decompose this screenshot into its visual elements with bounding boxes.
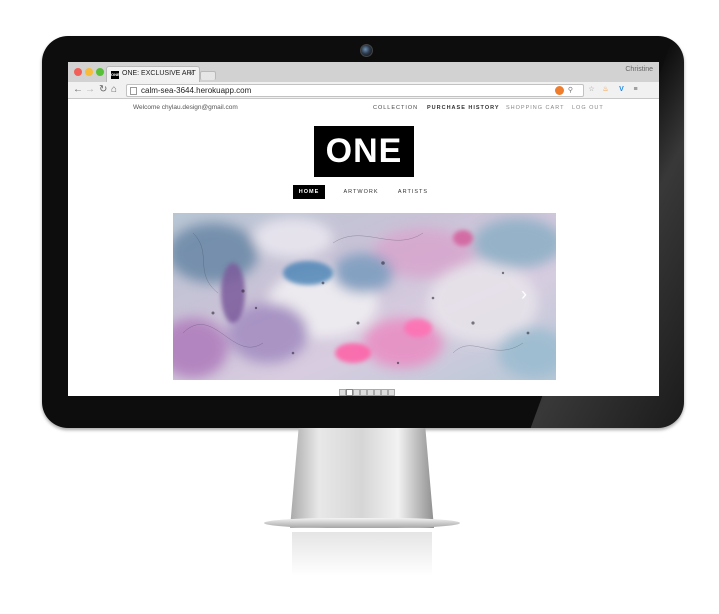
slider-dot[interactable]: [374, 389, 381, 396]
close-window-button[interactable]: [74, 68, 82, 76]
slider-dot[interactable]: [367, 389, 374, 396]
home-icon[interactable]: ⌂: [111, 83, 117, 97]
screen: ONE ONE: EXCLUSIVE ART × Christine ← → ↻…: [68, 62, 659, 396]
fire-icon[interactable]: ♨: [601, 85, 610, 94]
menu-icon[interactable]: ≡: [631, 85, 640, 94]
slider-next-arrow[interactable]: ›: [521, 285, 527, 303]
address-bar[interactable]: calm-sea-3644.herokuapp.com ⚲: [126, 84, 584, 97]
stand-reflection: [292, 532, 432, 576]
welcome-text: Welcome chylau.design@gmail.com: [133, 104, 238, 111]
search-icon[interactable]: ⚲: [566, 86, 575, 95]
profile-name[interactable]: Christine: [625, 66, 653, 73]
menu-home[interactable]: HOME: [293, 185, 325, 199]
star-icon[interactable]: ☆: [587, 85, 596, 94]
browser-tab-bar: ONE ONE: EXCLUSIVE ART × Christine: [68, 62, 659, 83]
new-tab-button[interactable]: [200, 71, 216, 80]
slider-dot[interactable]: [388, 389, 395, 396]
slider-dot[interactable]: [346, 389, 353, 396]
url-text: calm-sea-3644.herokuapp.com: [141, 86, 252, 95]
minimize-window-button[interactable]: [85, 68, 93, 76]
v-extension-icon[interactable]: V: [617, 85, 626, 94]
logo-text: ONE: [325, 132, 403, 170]
nav-purchase-history[interactable]: PURCHASE HISTORY: [427, 105, 500, 111]
tab-favicon-icon: ONE: [111, 71, 120, 79]
abstract-painting-image: [173, 213, 556, 380]
reload-icon[interactable]: ↻: [99, 83, 107, 97]
forward-icon[interactable]: →: [85, 83, 95, 97]
tab-title: ONE: EXCLUSIVE ART: [122, 70, 196, 77]
slider-dot[interactable]: [360, 389, 367, 396]
browser-toolbar: ← → ↻ ⌂ calm-sea-3644.herokuapp.com ⚲ ☆ …: [68, 82, 659, 99]
slider-dot[interactable]: [381, 389, 388, 396]
tab-close-icon[interactable]: ×: [189, 69, 194, 78]
slider-dot[interactable]: [339, 389, 346, 396]
menu-artwork[interactable]: ARTWORK: [340, 185, 382, 199]
maximize-window-button[interactable]: [96, 68, 104, 76]
nav-shopping-cart[interactable]: SHOPPING CART: [506, 105, 564, 111]
site-logo[interactable]: ONE: [314, 126, 414, 177]
extension-icon[interactable]: [555, 86, 564, 95]
browser-tab[interactable]: ONE ONE: EXCLUSIVE ART ×: [106, 66, 200, 83]
page-icon: [130, 87, 137, 95]
monitor-base: [264, 518, 460, 528]
hero-artwork-slide[interactable]: ›: [173, 213, 556, 380]
slider-dot[interactable]: [353, 389, 360, 396]
menu-artists[interactable]: ARTISTS: [395, 185, 431, 199]
web-page: Welcome chylau.design@gmail.com COLLECTI…: [68, 99, 659, 396]
webcam-icon: [360, 44, 373, 57]
nav-collection[interactable]: COLLECTION: [373, 105, 418, 111]
back-icon[interactable]: ←: [73, 83, 83, 97]
nav-log-out[interactable]: LOG OUT: [572, 105, 604, 111]
monitor-stand: [290, 428, 434, 528]
